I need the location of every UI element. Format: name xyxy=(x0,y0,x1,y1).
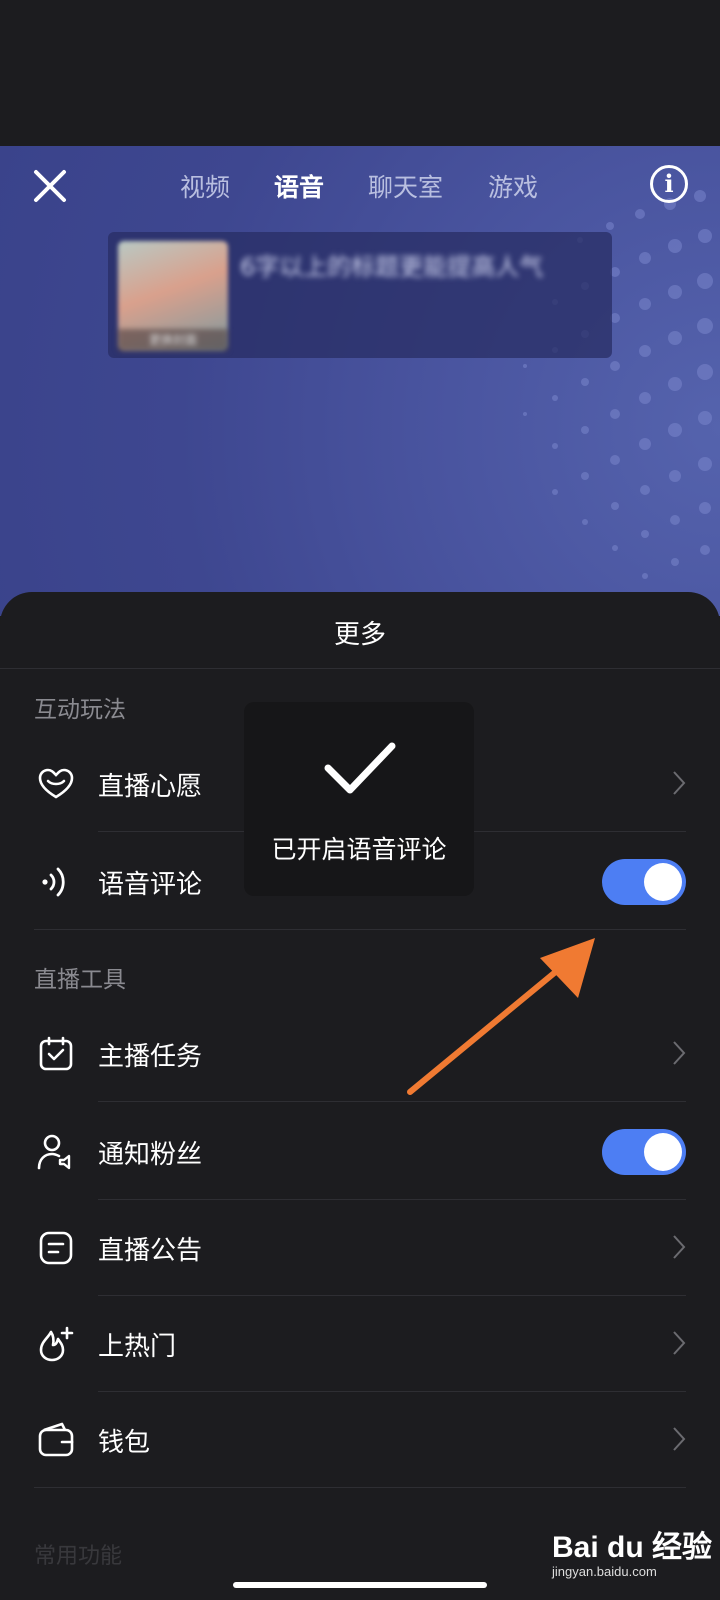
task-calendar-icon xyxy=(39,1036,73,1071)
top-nav: 视频 语音 聊天室 游戏 i xyxy=(0,146,720,226)
tab-voice[interactable]: 语音 xyxy=(274,168,324,204)
chevron-right-icon xyxy=(673,1331,686,1355)
voice-comment-toggle[interactable] xyxy=(602,859,686,905)
flame-plus-icon xyxy=(39,1326,74,1362)
live-preview-area: 视频 语音 聊天室 游戏 i 更换封面 6字以上的标题更能提高人气 xyxy=(0,146,720,616)
cover-title[interactable]: 6字以上的标题更能提高人气 xyxy=(240,250,560,284)
cover-card[interactable]: 更换封面 6字以上的标题更能提高人气 xyxy=(108,232,612,358)
notify-fans-toggle[interactable] xyxy=(602,1129,686,1175)
row-label: 直播公告 xyxy=(98,1236,203,1266)
row-go-trending[interactable]: 上热门 xyxy=(0,1294,720,1392)
section-label-interactive: 互动玩法 xyxy=(34,697,126,723)
watermark: Bai du 经验 jingyan.baidu.com xyxy=(552,1522,712,1592)
voice-waves-icon xyxy=(42,867,65,897)
home-indicator[interactable] xyxy=(233,1582,487,1588)
row-host-tasks[interactable]: 主播任务 xyxy=(0,1004,720,1102)
row-wallet[interactable]: 钱包 xyxy=(0,1390,720,1488)
sheet-title: 更多 xyxy=(333,620,386,650)
user-notify-icon xyxy=(37,1134,71,1170)
row-label: 直播心愿 xyxy=(98,772,203,802)
toggle-knob xyxy=(644,863,682,901)
row-label: 主播任务 xyxy=(98,1042,203,1072)
row-announcement[interactable]: 直播公告 xyxy=(0,1198,720,1296)
watermark-url: jingyan.baidu.com xyxy=(552,1564,657,1579)
row-label: 语音评论 xyxy=(98,870,203,900)
row-label: 通知粉丝 xyxy=(98,1140,203,1170)
chevron-right-icon xyxy=(673,1427,686,1451)
chevron-right-icon xyxy=(673,1041,686,1065)
tab-games[interactable]: 游戏 xyxy=(488,168,538,204)
chevron-right-icon xyxy=(673,771,686,795)
wallet-icon xyxy=(38,1422,74,1457)
row-label: 上热门 xyxy=(98,1332,177,1362)
tab-chatroom[interactable]: 聊天室 xyxy=(368,168,443,204)
row-label: 钱包 xyxy=(98,1428,151,1458)
close-icon[interactable] xyxy=(30,166,70,206)
watermark-brand: Bai du 经验 xyxy=(552,1531,713,1564)
tab-video[interactable]: 视频 xyxy=(180,168,230,204)
row-notify-fans: 通知粉丝 xyxy=(0,1102,720,1200)
announcement-icon xyxy=(39,1231,73,1265)
chevron-right-icon xyxy=(673,1235,686,1259)
status-bar xyxy=(0,0,720,146)
heart-gift-icon xyxy=(38,768,74,799)
toggle-knob xyxy=(644,1133,682,1171)
divider xyxy=(0,668,720,669)
section-label-partial: 常用功能 xyxy=(34,1544,123,1569)
toast-message: 已开启语音评论 xyxy=(271,835,447,864)
toast: 已开启语音评论 xyxy=(244,702,474,896)
info-icon[interactable]: i xyxy=(650,165,688,203)
annotation-arrow-icon xyxy=(407,938,595,1095)
cover-thumbnail[interactable]: 更换封面 xyxy=(118,241,228,351)
cover-badge: 更换封面 xyxy=(118,329,228,351)
checkmark-icon xyxy=(324,742,396,794)
section-label-tools: 直播工具 xyxy=(34,967,126,993)
